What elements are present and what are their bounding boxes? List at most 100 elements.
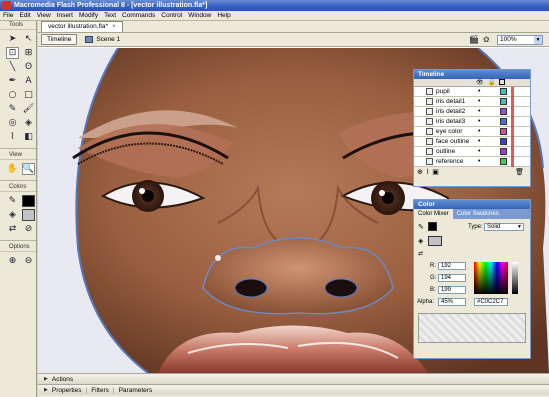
eyedropper-tool-icon[interactable]: ⌇ [6, 131, 19, 143]
document-tab[interactable]: vector illustration.fla* × [41, 21, 123, 32]
scene-breadcrumb[interactable]: Scene 1 [85, 36, 120, 43]
b-input[interactable]: 199 [438, 286, 466, 294]
playhead[interactable] [511, 87, 514, 167]
delete-layer-icon[interactable]: 🗑 [515, 168, 524, 176]
r-label: R: [430, 263, 436, 269]
subselection-tool-icon[interactable]: ↖ [22, 33, 35, 45]
edit-symbol-icon[interactable]: ✿ [483, 35, 493, 45]
selection-tool-icon[interactable]: ➤ [6, 33, 19, 45]
fill-bucket-icon[interactable]: ◈ [418, 237, 423, 245]
layer-color-swatch[interactable] [500, 128, 507, 135]
eraser-tool-icon[interactable]: ◧ [22, 131, 35, 143]
insert-folder-icon[interactable]: ▣ [432, 168, 439, 176]
properties-label[interactable]: Properties [52, 387, 82, 394]
layer-color-swatch[interactable] [500, 148, 507, 155]
actions-panel-bar[interactable]: ▶ Actions [38, 373, 549, 384]
layer-color-swatch[interactable] [500, 138, 507, 145]
filters-label[interactable]: Filters [91, 387, 109, 394]
menu-edit[interactable]: Edit [19, 12, 30, 19]
add-guide-icon[interactable]: ⌇ [426, 168, 429, 176]
type-select[interactable]: Solid ▼ [484, 223, 524, 231]
alpha-input[interactable]: 45% [438, 298, 466, 306]
no-color-icon[interactable]: ⊘ [22, 223, 35, 235]
menu-modify[interactable]: Modify [79, 12, 98, 19]
paint-bucket-tool-icon[interactable]: ◈ [22, 117, 35, 129]
brightness-slider[interactable] [512, 262, 518, 294]
color-spectrum[interactable] [474, 262, 508, 294]
edit-scene-icon[interactable]: 🎬 [469, 35, 479, 45]
zoom-dropdown[interactable]: 100% ▼ [497, 35, 543, 45]
expand-arrow-icon: ▶ [44, 387, 48, 393]
menu-control[interactable]: Control [161, 12, 182, 19]
menu-window[interactable]: Window [188, 12, 211, 19]
free-transform-tool-icon[interactable]: ⊡ [6, 47, 19, 59]
color-tabs: Color Mixer Color Swatches [414, 209, 530, 219]
layer-name: iris detail3 [436, 118, 466, 125]
stroke-color-swatch[interactable] [428, 222, 437, 231]
tools-header: Tools [0, 21, 36, 30]
colors-header: Colors [0, 183, 36, 192]
fill-transform-tool-icon[interactable]: ⊞ [22, 47, 35, 59]
ink-bottle-tool-icon[interactable]: ◎ [6, 117, 19, 129]
lock-icon[interactable]: 🔒 [488, 79, 495, 86]
stroke-pencil-icon[interactable]: ✎ [418, 223, 424, 231]
fill-swatch[interactable] [22, 209, 35, 221]
oval-tool-icon[interactable]: ○ [6, 89, 19, 101]
chevron-down-icon: ▼ [517, 224, 522, 230]
menu-file[interactable]: File [3, 12, 13, 19]
r-input[interactable]: 192 [438, 262, 466, 270]
timeline-panel-title[interactable]: Timeline [414, 70, 530, 79]
color-mixer-body: ✎ Type: Solid ▼ ◈ ⇄ R: 192 G: 194 B: 199… [414, 219, 530, 359]
close-tab-icon[interactable]: × [112, 23, 116, 30]
swap-colors-icon[interactable]: ⇄ [6, 223, 19, 235]
menu-commands[interactable]: Commands [122, 12, 155, 19]
menu-bar: File Edit View Insert Modify Text Comman… [0, 11, 549, 21]
pen-tool-icon[interactable]: ✒ [6, 75, 19, 87]
menu-help[interactable]: Help [217, 12, 230, 19]
zoom-value: 100% [500, 36, 517, 43]
layer-icon [426, 158, 433, 165]
hex-input[interactable]: #C0C2C7 [474, 298, 508, 306]
scene-icon [85, 36, 94, 43]
text-tool-icon[interactable]: A [22, 75, 35, 87]
color-panel: Color Color Mixer Color Swatches ✎ Type:… [413, 199, 531, 359]
stroke-color-icon[interactable]: ✎ [6, 195, 19, 207]
layer-color-swatch[interactable] [500, 158, 507, 165]
hand-tool-icon[interactable]: ✋ [6, 163, 19, 175]
eye-icon[interactable]: 👁 [476, 79, 484, 86]
fill-color-icon[interactable]: ◈ [6, 209, 19, 221]
layer-color-swatch[interactable] [500, 88, 507, 95]
lasso-tool-icon[interactable]: ʘ [22, 61, 35, 73]
rectangle-tool-icon[interactable]: □ [22, 89, 35, 101]
color-panel-title[interactable]: Color [414, 200, 530, 209]
insert-layer-icon[interactable]: ⊕ [417, 168, 423, 176]
swap-icon[interactable]: ⇄ [418, 250, 423, 257]
zoom-out-icon[interactable]: ⊖ [22, 255, 35, 267]
fill-color-swatch[interactable] [428, 236, 442, 246]
layer-color-swatch[interactable] [500, 118, 507, 125]
g-input[interactable]: 194 [438, 274, 466, 282]
parameters-label[interactable]: Parameters [119, 387, 153, 394]
layer-name: outline [436, 148, 456, 155]
tab-color-swatches[interactable]: Color Swatches [453, 209, 503, 219]
properties-panel-bar[interactable]: ▶ Properties | Filters | Parameters [38, 384, 549, 395]
zoom-in-icon[interactable]: ⊕ [6, 255, 19, 267]
layer-name: face outline [436, 138, 470, 145]
tab-color-mixer[interactable]: Color Mixer [414, 209, 453, 219]
line-tool-icon[interactable]: ╲ [6, 61, 19, 73]
alpha-label: Alpha: [417, 299, 435, 305]
edit-bar: Timeline Scene 1 🎬 ✿ 100% ▼ [38, 33, 549, 47]
zoom-tool-icon[interactable]: 🔍 [22, 163, 35, 175]
layer-color-swatch[interactable] [500, 108, 507, 115]
stroke-swatch[interactable] [22, 195, 35, 207]
timeline-toggle-button[interactable]: Timeline [41, 34, 78, 45]
menu-view[interactable]: View [37, 12, 51, 19]
brush-tool-icon[interactable]: 🖌 [22, 103, 35, 115]
pencil-tool-icon[interactable]: ✎ [6, 103, 19, 115]
menu-insert[interactable]: Insert [57, 12, 73, 19]
menu-text[interactable]: Text [104, 12, 116, 19]
tools-panel: Tools ➤ ↖ ⊡ ⊞ ╲ ʘ ✒ A ○ □ ✎ 🖌 ◎ ◈ ⌇ ◧ Vi… [0, 21, 37, 397]
layer-icon [426, 88, 433, 95]
outline-icon[interactable] [499, 79, 505, 85]
layer-color-swatch[interactable] [500, 98, 507, 105]
